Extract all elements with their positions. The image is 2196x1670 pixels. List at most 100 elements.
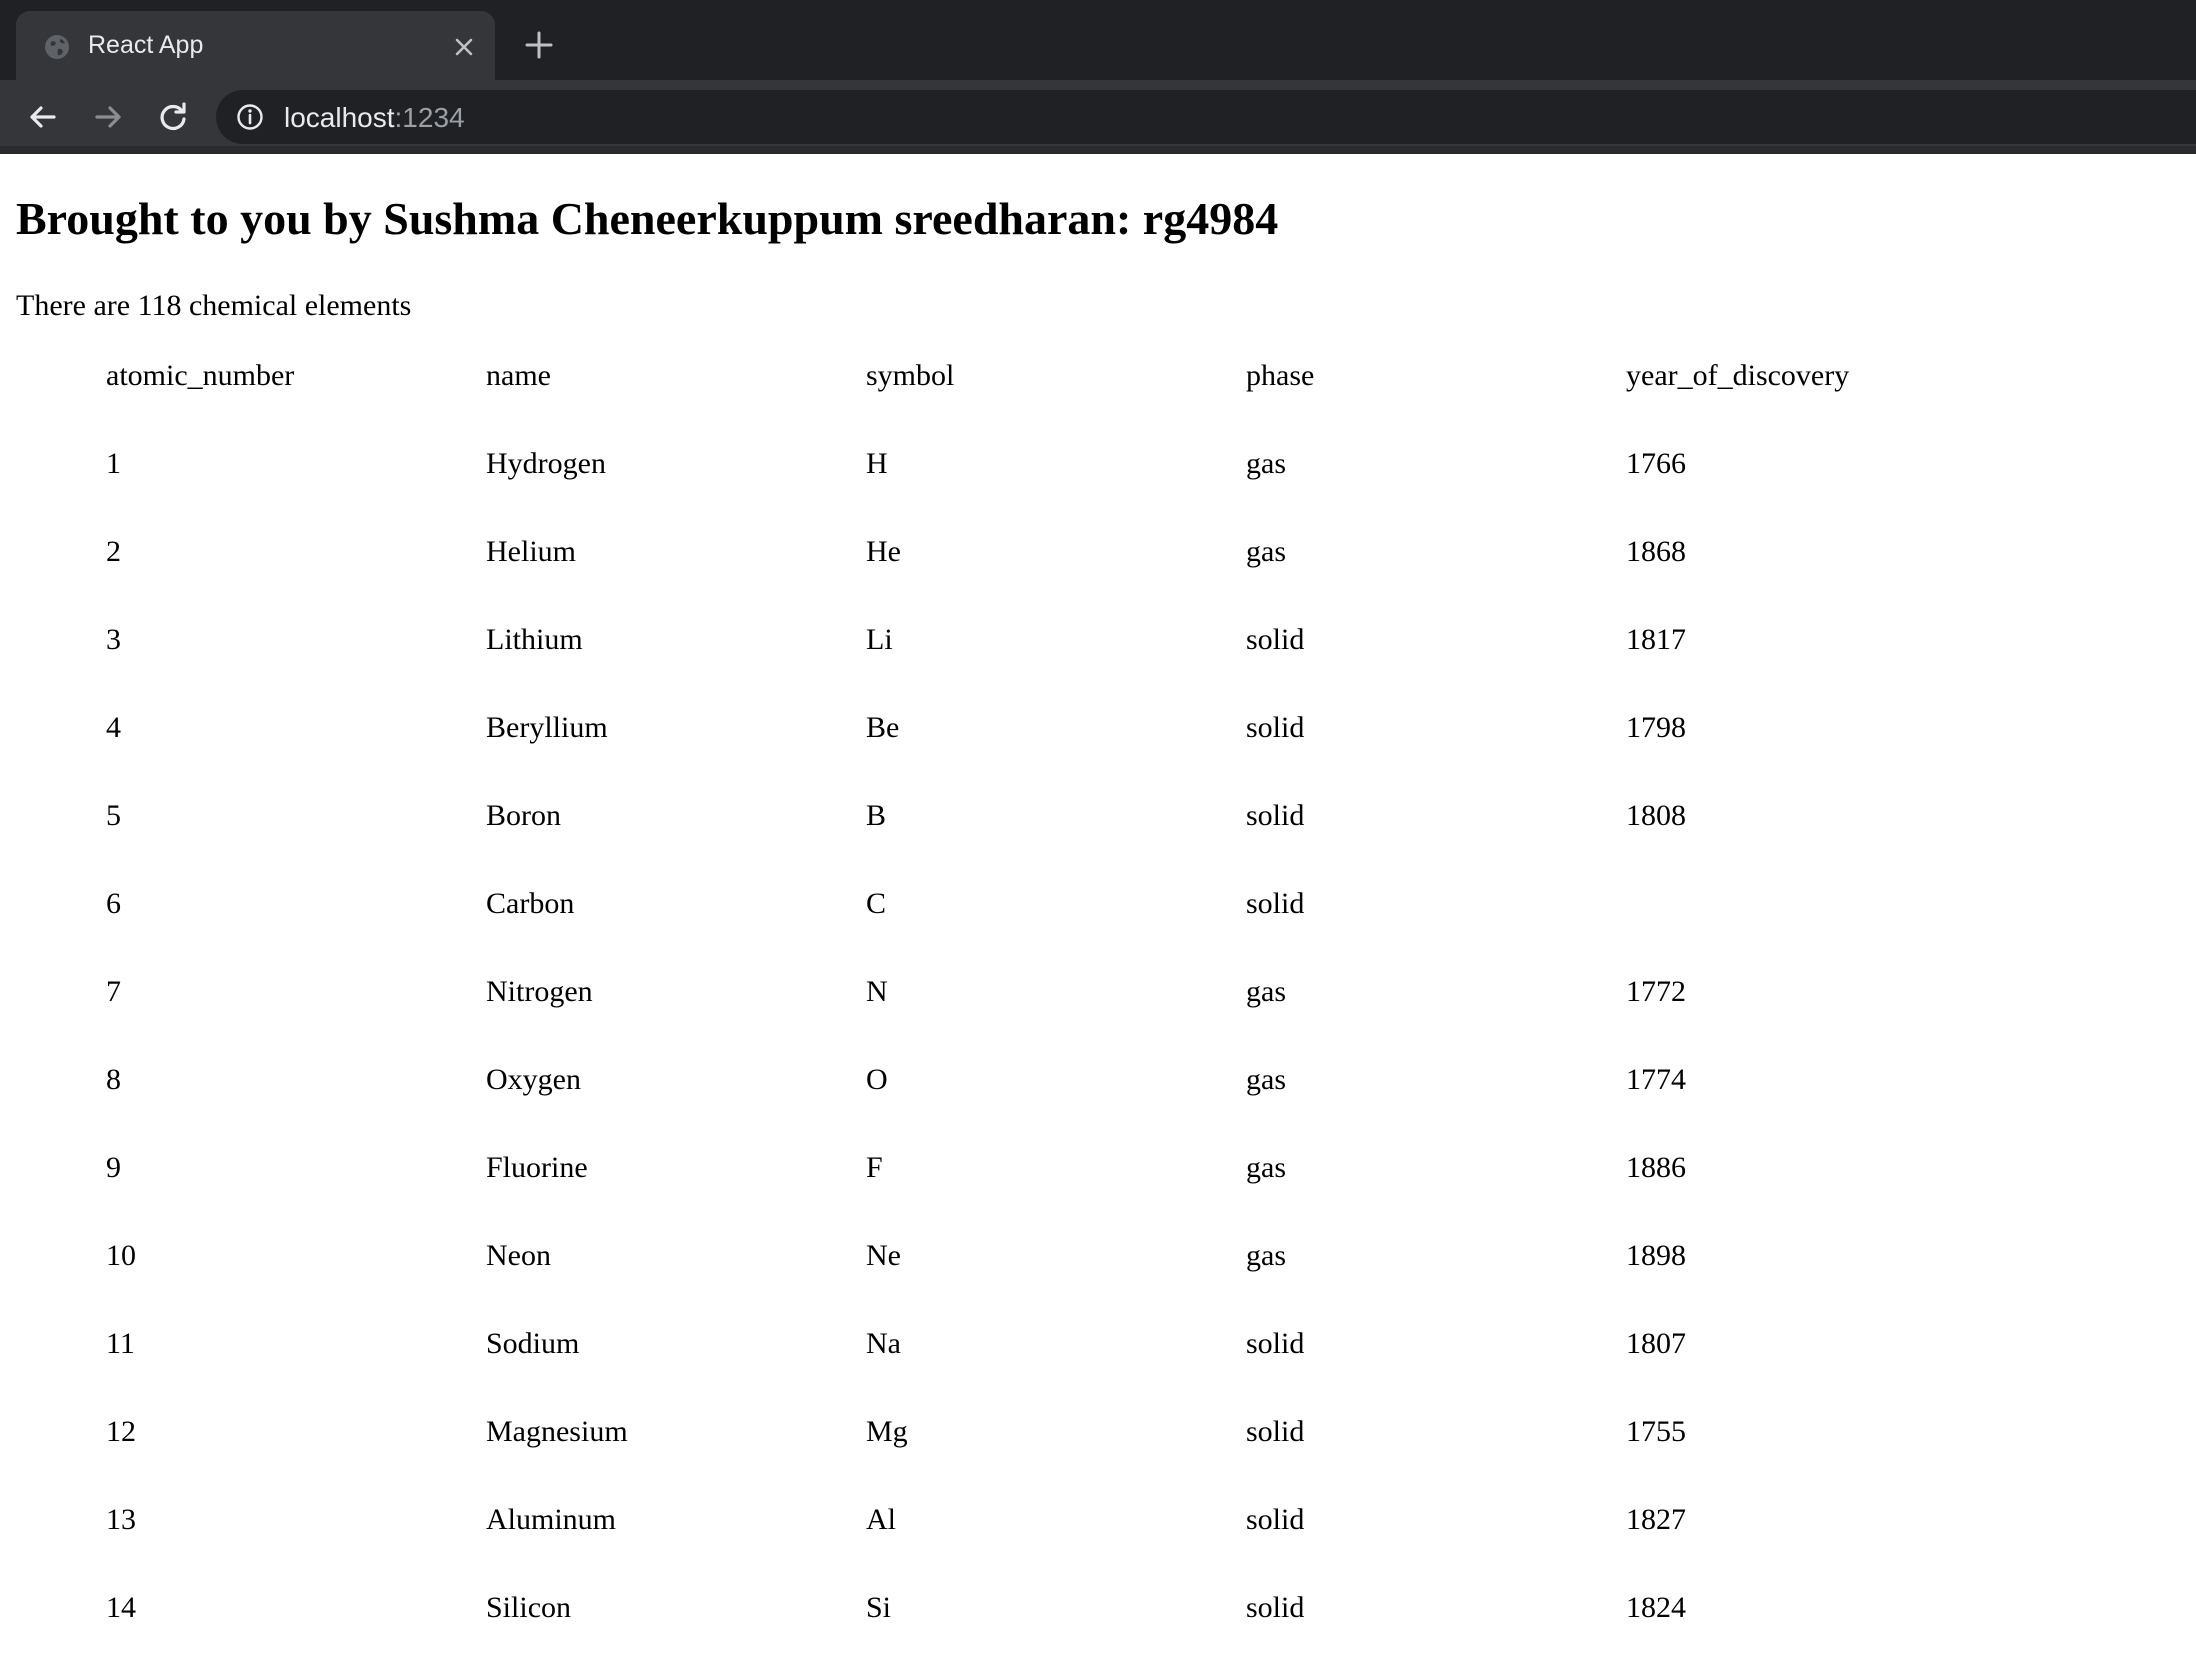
cell-year-of-discovery: 1798 xyxy=(1626,711,1686,744)
cell-year-of-discovery: 1808 xyxy=(1626,799,1686,832)
cell-year-of-discovery: 1755 xyxy=(1626,1415,1686,1448)
element-count-text: There are 118 chemical elements xyxy=(16,289,412,322)
cell-phase: solid xyxy=(1246,623,1305,656)
cell-name: Oxygen xyxy=(486,1063,581,1096)
cell-phase: solid xyxy=(1246,887,1305,920)
cell-name: Fluorine xyxy=(486,1151,588,1184)
cell-phase: gas xyxy=(1246,975,1286,1008)
cell-name: Hydrogen xyxy=(486,447,606,480)
cell-symbol: Li xyxy=(866,623,893,656)
cell-name: Boron xyxy=(486,799,561,832)
cell-name: Neon xyxy=(486,1239,551,1272)
cell-atomic-number: 8 xyxy=(106,1063,121,1096)
arrow-right-icon[interactable] xyxy=(89,98,127,136)
cell-phase: solid xyxy=(1246,1503,1305,1536)
cell-name: Magnesium xyxy=(486,1415,628,1448)
cell-year-of-discovery: 1766 xyxy=(1626,447,1686,480)
cell-symbol: Na xyxy=(866,1327,901,1360)
url-text[interactable]: localhost:1234 xyxy=(284,102,465,134)
cell-symbol: Be xyxy=(866,711,900,744)
cell-year-of-discovery: 1886 xyxy=(1626,1151,1686,1184)
toolbar: localhost:1234 xyxy=(0,80,2196,154)
cell-phase: gas xyxy=(1246,447,1286,480)
table-row: 11 Sodium Na solid 1807 xyxy=(106,1300,2006,1388)
column-header-symbol: symbol xyxy=(866,359,955,392)
cell-atomic-number: 6 xyxy=(106,887,121,920)
cell-symbol: Ne xyxy=(866,1239,901,1272)
column-header-atomic-number: atomic_number xyxy=(106,359,295,392)
table-row: 2 Helium He gas 1868 xyxy=(106,508,2006,596)
cell-phase: gas xyxy=(1246,535,1286,568)
info-icon[interactable] xyxy=(236,103,264,131)
cell-year-of-discovery xyxy=(1626,860,2006,948)
table-row: 14 Silicon Si solid 1824 xyxy=(106,1564,2006,1652)
tab-title: React App xyxy=(88,31,204,59)
cell-atomic-number: 10 xyxy=(106,1239,136,1272)
column-header-phase: phase xyxy=(1246,359,1315,392)
table-row: 1 Hydrogen Hgas 1766 xyxy=(106,420,2006,508)
address-bar[interactable]: localhost:1234 xyxy=(216,90,2196,144)
cell-phase: solid xyxy=(1246,1327,1305,1360)
cell-atomic-number: 1 xyxy=(106,447,121,480)
plus-icon[interactable] xyxy=(520,26,558,64)
column-header-name: name xyxy=(486,359,551,392)
cell-atomic-number: 5 xyxy=(106,799,121,832)
cell-name: Silicon xyxy=(486,1591,572,1624)
cell-symbol: N xyxy=(866,975,888,1008)
table-body: 1 Hydrogen Hgas 1766 2 Helium He gas 1868 3 Lithiu… xyxy=(106,420,2006,1652)
cell-phase: solid xyxy=(1246,799,1305,832)
url-port: :1234 xyxy=(394,102,465,133)
cell-year-of-discovery: 1774 xyxy=(1626,1063,1686,1096)
table-row: 13 Aluminum Al solid 1827 xyxy=(106,1476,2006,1564)
close-icon[interactable] xyxy=(450,33,478,61)
table-row: 3 Lithium Li solid 1817 xyxy=(106,596,2006,684)
cell-year-of-discovery: 1827 xyxy=(1626,1503,1686,1536)
cell-name: Carbon xyxy=(486,887,575,920)
toolbar-divider xyxy=(0,146,2196,154)
table-row: 7 Nitrogen Ngas 1772 xyxy=(106,948,2006,1036)
table-row: 8 Oxygen Ogas 1774 xyxy=(106,1036,2006,1124)
cell-symbol: F xyxy=(866,1151,883,1184)
table-row: 10 Neon Ne gas 1898 xyxy=(106,1212,2006,1300)
cell-symbol: Mg xyxy=(866,1415,908,1448)
cell-atomic-number: 14 xyxy=(106,1591,136,1624)
table-row: 6 Carbon Csolid xyxy=(106,860,2006,948)
cell-symbol: O xyxy=(866,1063,888,1096)
cell-phase: gas xyxy=(1246,1151,1286,1184)
cell-year-of-discovery: 1772 xyxy=(1626,975,1686,1008)
cell-atomic-number: 4 xyxy=(106,711,121,744)
table-row: 12 Magnesium Mg solid 1755 xyxy=(106,1388,2006,1476)
cell-phase: gas xyxy=(1246,1239,1286,1272)
cell-symbol: B xyxy=(866,799,887,832)
cell-phase: solid xyxy=(1246,1415,1305,1448)
cell-phase: solid xyxy=(1246,711,1305,744)
cell-phase: solid xyxy=(1246,1591,1305,1624)
cell-atomic-number: 3 xyxy=(106,623,121,656)
cell-atomic-number: 7 xyxy=(106,975,121,1008)
cell-year-of-discovery: 1824 xyxy=(1626,1591,1686,1624)
page-content: Brought to you by Sushma Cheneerkuppum s… xyxy=(0,154,2196,1670)
globe-icon xyxy=(45,35,69,59)
cell-atomic-number: 9 xyxy=(106,1151,121,1184)
cell-symbol: Al xyxy=(866,1503,896,1536)
cell-name: Lithium xyxy=(486,623,583,656)
cell-atomic-number: 12 xyxy=(106,1415,136,1448)
cell-atomic-number: 13 xyxy=(106,1503,136,1536)
column-header-year-of-discovery: year_of_discovery xyxy=(1626,359,1850,392)
cell-year-of-discovery: 1868 xyxy=(1626,535,1686,568)
cell-name: Beryllium xyxy=(486,711,608,744)
cell-name: Sodium xyxy=(486,1327,580,1360)
cell-name: Nitrogen xyxy=(486,975,593,1008)
table-row: 4 Beryllium Be solid 1798 xyxy=(106,684,2006,772)
arrow-left-icon[interactable] xyxy=(24,98,62,136)
tab-react-app[interactable]: React App xyxy=(16,11,495,80)
cell-symbol: Si xyxy=(866,1591,892,1624)
reload-icon[interactable] xyxy=(154,98,192,136)
cell-symbol: H xyxy=(866,447,888,480)
table-header-row: atomic_number name symbol phase year_of_disc… xyxy=(106,332,2006,420)
cell-symbol: He xyxy=(866,535,901,568)
cell-year-of-discovery: 1898 xyxy=(1626,1239,1686,1272)
cell-atomic-number: 2 xyxy=(106,535,121,568)
url-host: localhost xyxy=(284,102,395,133)
cell-year-of-discovery: 1807 xyxy=(1626,1327,1686,1360)
